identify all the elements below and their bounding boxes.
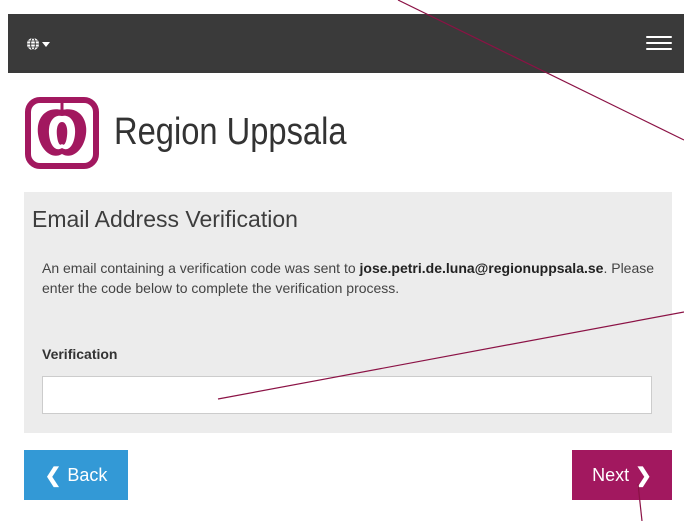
top-navigation-bar [8,14,684,73]
next-button[interactable]: Next ❯ [572,450,672,500]
hamburger-menu-icon[interactable] [646,32,672,54]
menu-bar [646,36,672,38]
brand-name: Region Uppsala [114,110,347,153]
verification-panel: Email Address Verification An email cont… [24,192,672,433]
brand-logo: Region Uppsala [24,92,384,172]
globe-icon [27,37,50,51]
language-selector[interactable] [26,36,56,52]
back-button[interactable]: ❮ Back [24,450,128,500]
menu-bar [646,42,672,44]
panel-title: Email Address Verification [32,206,298,232]
next-button-label: Next [592,464,630,485]
region-uppsala-apple-logo [25,97,99,169]
email-address: jose.petri.de.luna@regionuppsala.se [359,260,604,276]
caret-down-icon [42,42,50,47]
verification-message: An email containing a verification code … [42,258,662,298]
menu-bar [646,48,672,50]
chevron-left-icon: ❮ [44,464,62,487]
back-button-label: Back [67,464,108,485]
verification-label: Verification [42,346,118,362]
chevron-right-icon: ❯ [635,464,652,487]
verification-code-input[interactable] [42,376,652,414]
message-intro: An email containing a verification code … [42,260,360,276]
